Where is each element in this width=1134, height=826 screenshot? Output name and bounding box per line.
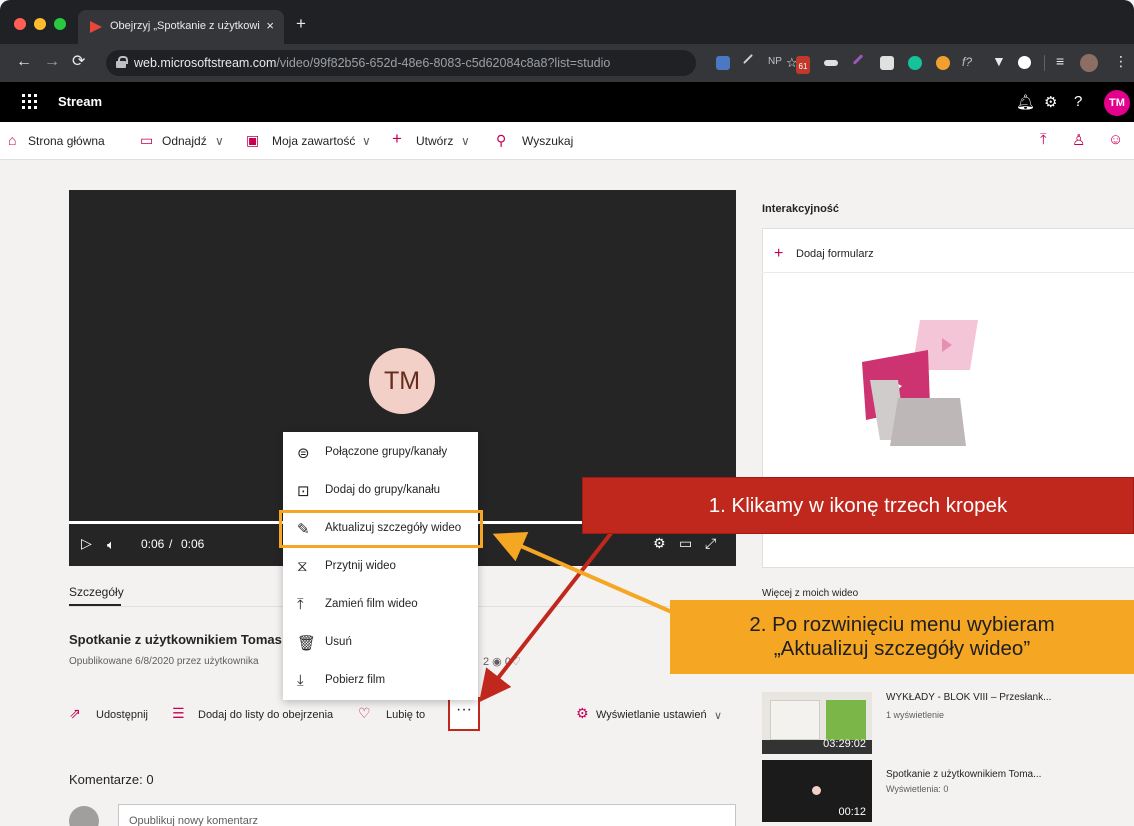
browser-window: Obejrzyj „Spotkanie z użytkowi × + ← → ⟳… (0, 0, 1134, 826)
arrow-to-menu-item (492, 531, 691, 622)
callout-step-2: 2. Po rozwinięciu menu wybieram „Aktuali… (670, 600, 1134, 674)
annotation-arrows (479, 530, 691, 703)
callout-step-2-line-2: „Aktualizuj szczegóły wideo” (773, 637, 1031, 660)
callout-step-1: 1. Klikamy w ikonę trzech kropek (582, 477, 1134, 534)
callout-step-2-line-1: 2. Po rozwinięciu menu wybieram (749, 613, 1055, 636)
